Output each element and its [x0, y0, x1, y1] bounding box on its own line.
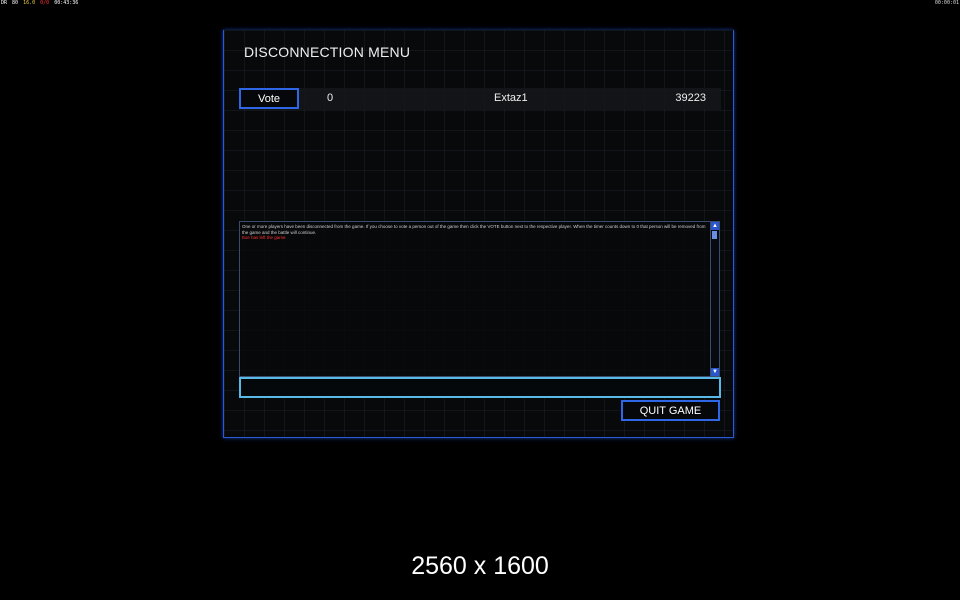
hud-game-clock: 00:43:36: [54, 0, 79, 6]
scroll-down-arrow-icon[interactable]: ▼: [711, 368, 719, 376]
scroll-up-arrow-icon[interactable]: ▲: [711, 222, 719, 230]
log-scrollbar[interactable]: ▲ ▼: [710, 222, 719, 376]
scroll-thumb[interactable]: [712, 231, 717, 239]
hud-stats: DR 80 16.0 0/0 00:43:36: [1, 0, 80, 6]
vote-timer: 0: [327, 92, 334, 104]
player-name: Extaz1: [494, 92, 528, 104]
hud-stat-0: DR: [1, 0, 8, 6]
player-ping: 39223: [675, 92, 706, 104]
hud-system-clock: 00:00:01: [934, 0, 959, 6]
disconnection-menu-panel: DISCONNECTION MENU Vote 0 Extaz1 39223 O…: [223, 30, 734, 438]
hud-stat-1: 80: [12, 0, 19, 6]
log-event: Exe has left the game: [242, 235, 286, 240]
vote-button[interactable]: Vote: [239, 88, 299, 109]
chat-input[interactable]: [239, 377, 721, 398]
player-row: Vote 0 Extaz1 39223: [239, 88, 721, 110]
log-message: One or more players have been disconnect…: [242, 224, 706, 235]
message-log: One or more players have been disconnect…: [239, 221, 720, 377]
quit-game-button[interactable]: QUIT GAME: [621, 400, 720, 421]
hud-stat-2: 16.0: [23, 0, 36, 6]
resolution-label: 2560 x 1600: [411, 552, 549, 580]
menu-title: DISCONNECTION MENU: [244, 44, 411, 60]
log-text: One or more players have been disconnect…: [242, 224, 708, 241]
hud-stat-3: 0/0: [40, 0, 50, 6]
